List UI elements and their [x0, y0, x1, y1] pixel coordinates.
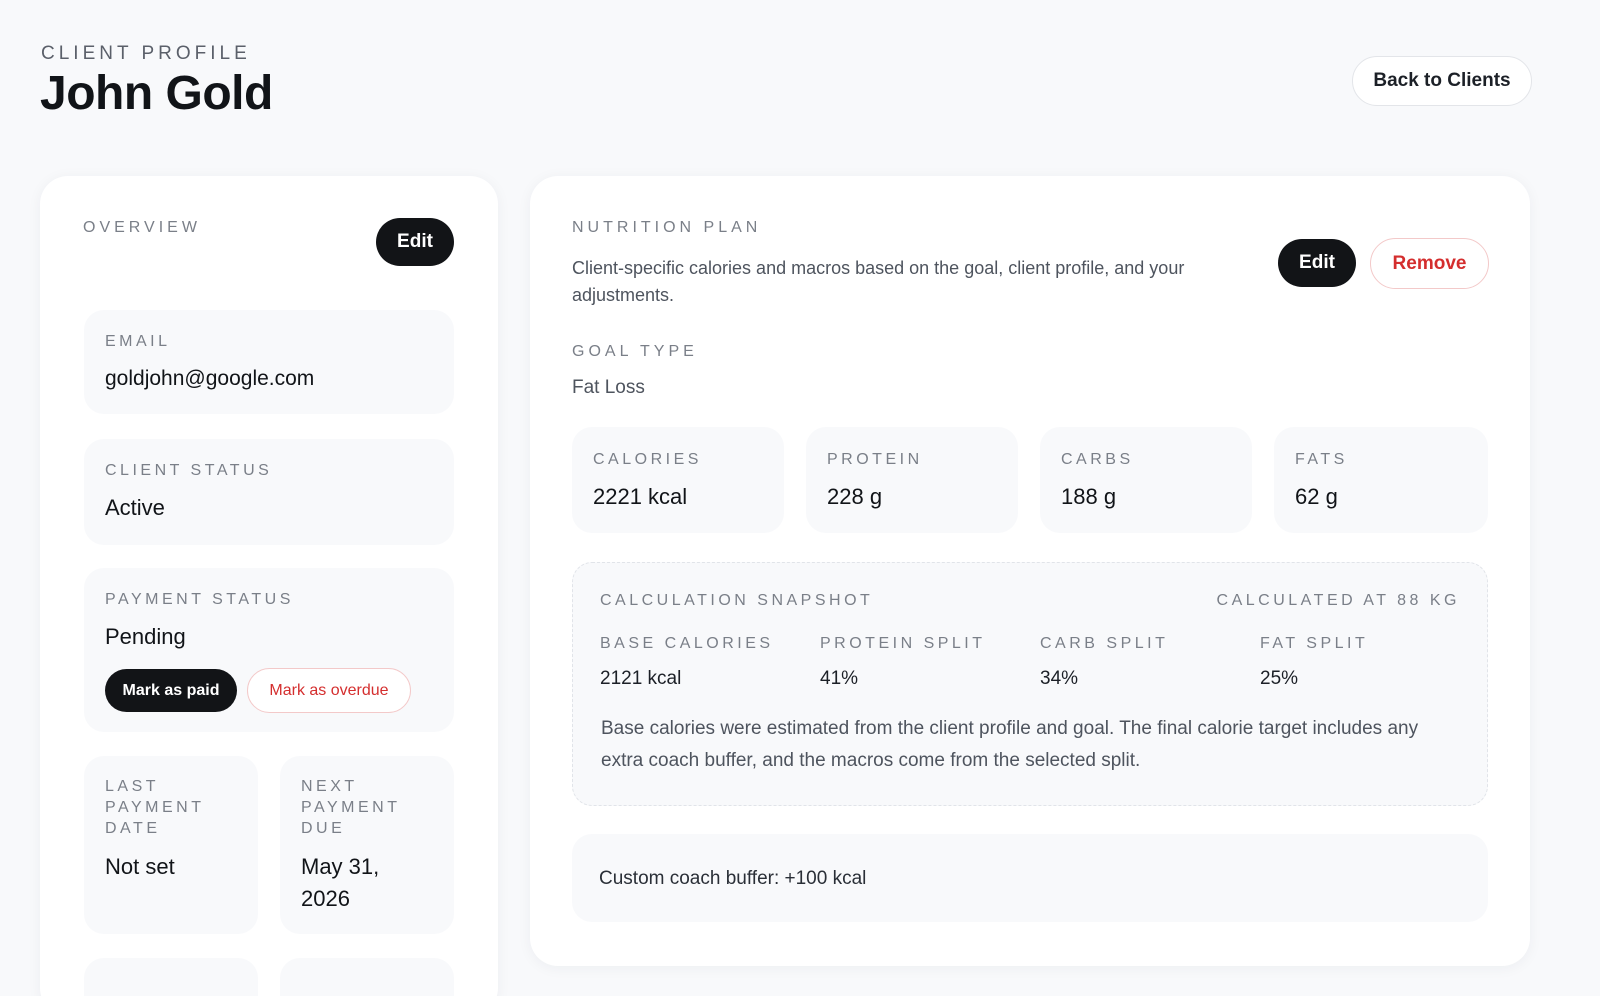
- last-payment-tile: LAST PAYMENT DATE Not set: [84, 756, 258, 934]
- nutrition-remove-button[interactable]: Remove: [1370, 238, 1489, 289]
- snapshot-calculated-at: CALCULATED AT 88 KG: [1216, 592, 1460, 609]
- mark-as-paid-button[interactable]: Mark as paid: [105, 669, 237, 712]
- macro-label: FATS: [1295, 451, 1348, 468]
- snapshot-note: Base calories were estimated from the cl…: [601, 718, 1419, 771]
- coach-buffer-text: Custom coach buffer: +100 kcal: [599, 868, 867, 889]
- macro-label: CALORIES: [593, 451, 702, 468]
- nutrition-edit-button[interactable]: Edit: [1278, 239, 1356, 287]
- nutrition-plan-title: NUTRITION PLAN: [572, 219, 762, 236]
- mark-as-overdue-button[interactable]: Mark as overdue: [247, 668, 411, 713]
- overview-edit-button[interactable]: Edit: [376, 218, 454, 266]
- page-title: John Gold: [40, 67, 273, 120]
- macro-tile-protein: PROTEIN 228 g: [806, 427, 1018, 533]
- next-payment-label-line: DUE: [301, 820, 346, 837]
- macro-tile-fats: FATS 62 g: [1274, 427, 1488, 533]
- snapshot-title: CALCULATION SNAPSHOT: [600, 592, 874, 609]
- client-status-label: CLIENT STATUS: [105, 462, 273, 479]
- macro-label: PROTEIN: [827, 451, 923, 468]
- macro-value: 62 g: [1295, 484, 1338, 509]
- last-payment-label-line: DATE: [105, 820, 161, 837]
- last-payment-value: Not set: [105, 854, 175, 879]
- macro-value: 2221 kcal: [593, 484, 688, 509]
- next-payment-tile: NEXT PAYMENT DUE May 31, 2026: [280, 756, 454, 934]
- payment-status-label: PAYMENT STATUS: [105, 591, 294, 608]
- next-payment-label-line: NEXT: [301, 778, 358, 795]
- overview-tile-partial: [84, 958, 258, 996]
- client-status-value: Active: [105, 495, 165, 520]
- macro-value: 188 g: [1061, 484, 1117, 509]
- snapshot-item-label: CARB SPLIT: [1040, 635, 1169, 652]
- last-payment-label-line: PAYMENT: [105, 799, 205, 816]
- snapshot-item-label: FAT SPLIT: [1260, 635, 1369, 652]
- macro-label: CARBS: [1061, 451, 1134, 468]
- goal-type-value: Fat Loss: [572, 377, 645, 398]
- payment-status-value: Pending: [105, 624, 186, 649]
- email-value: goldjohn@google.com: [105, 367, 315, 390]
- macro-value: 228 g: [827, 484, 883, 509]
- coach-buffer-box: Custom coach buffer: +100 kcal: [572, 834, 1488, 922]
- macro-tile-calories: CALORIES 2221 kcal: [572, 427, 784, 533]
- snapshot-item-value: 34%: [1040, 668, 1079, 689]
- client-profile-page: CLIENT PROFILE John Gold Back to Clients…: [0, 0, 1600, 996]
- snapshot-item-value: 41%: [820, 668, 859, 689]
- snapshot-item-label: BASE CALORIES: [600, 635, 774, 652]
- snapshot-item-label: PROTEIN SPLIT: [820, 635, 986, 652]
- snapshot-item-value: 25%: [1260, 668, 1299, 689]
- last-payment-label-line: LAST: [105, 778, 160, 795]
- back-to-clients-button[interactable]: Back to Clients: [1352, 56, 1532, 106]
- calculation-snapshot: CALCULATION SNAPSHOT CALCULATED AT 88 KG…: [572, 562, 1488, 806]
- nutrition-plan-description: Client-specific calories and macros base…: [572, 258, 1185, 305]
- client-status-tile: CLIENT STATUS Active: [84, 439, 454, 545]
- page-eyebrow: CLIENT PROFILE: [41, 43, 251, 64]
- email-tile: EMAIL goldjohn@google.com: [84, 310, 454, 414]
- snapshot-item-value: 2121 kcal: [600, 668, 682, 689]
- next-payment-label-line: PAYMENT: [301, 799, 401, 816]
- overview-title: OVERVIEW: [83, 219, 201, 236]
- next-payment-value-line: May 31,: [301, 854, 380, 879]
- next-payment-value-line: 2026: [301, 886, 350, 911]
- goal-type-label: GOAL TYPE: [572, 343, 698, 360]
- macro-tile-carbs: CARBS 188 g: [1040, 427, 1252, 533]
- email-label: EMAIL: [105, 333, 171, 350]
- overview-tile-partial: [280, 958, 454, 996]
